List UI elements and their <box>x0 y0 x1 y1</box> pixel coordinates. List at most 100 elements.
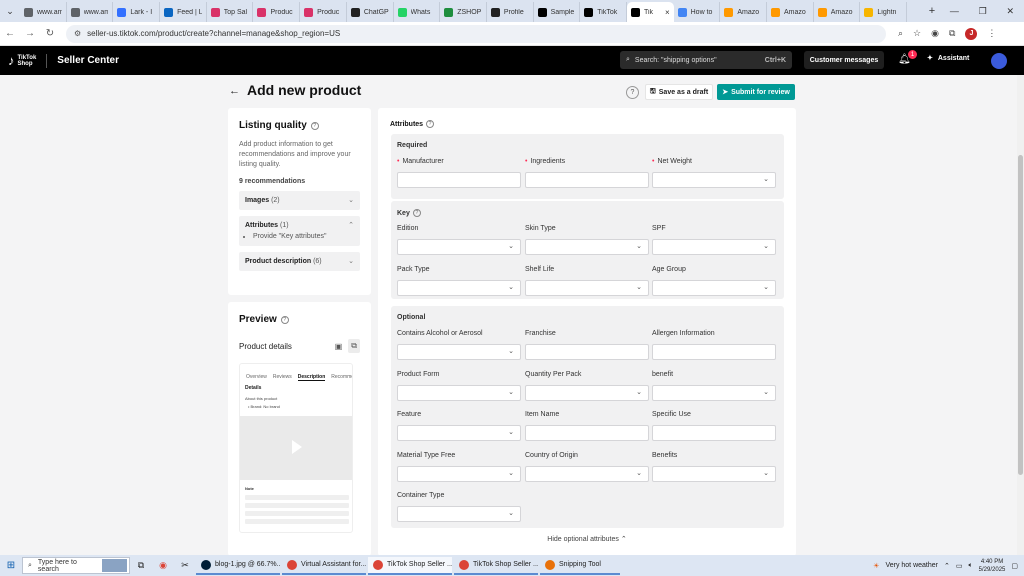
help-icon[interactable]: ? <box>626 86 639 99</box>
browser-menu-icon[interactable]: ⋮ <box>987 28 996 39</box>
browser-tab[interactable]: Amazo <box>767 2 814 22</box>
taskbar-app-button[interactable]: Snipping Tool <box>540 557 620 575</box>
taskbar-app-button[interactable]: Virtual Assistant for... <box>282 557 366 575</box>
attribute-select[interactable]: ⌄ <box>397 384 521 401</box>
close-window-icon[interactable]: ✕ <box>1007 6 1015 17</box>
taskbar-clock[interactable]: 4:40 PM 5/29/2025 <box>979 558 1006 574</box>
tab-close-icon[interactable]: × <box>665 8 670 17</box>
browser-tab[interactable]: Amazo <box>814 2 861 22</box>
browser-tab[interactable]: Whats <box>394 2 441 22</box>
attribute-select[interactable]: ⌄ <box>397 465 521 482</box>
taskbar-app-button[interactable]: blog-1.jpg @ 66.7%... <box>196 557 280 575</box>
browser-tab[interactable]: TikTok <box>580 2 627 22</box>
attribute-select[interactable]: ⌄ <box>397 344 521 360</box>
phone-tab[interactable]: Reviews <box>273 374 292 381</box>
extensions-puzzle-icon[interactable]: ⧉ <box>949 28 955 39</box>
windows-start-icon[interactable]: ⊞ <box>0 560 22 571</box>
browser-tab[interactable]: www.am <box>20 2 67 22</box>
attribute-select[interactable]: ⌄ <box>525 280 649 296</box>
site-info-icon[interactable]: ⚙ <box>74 29 81 38</box>
submit-for-review-button[interactable]: ➤ Submit for review <box>717 84 795 100</box>
attribute-select[interactable]: ⌄ <box>397 280 521 296</box>
browser-tab[interactable]: Produc <box>253 2 301 22</box>
attribute-select[interactable]: ⌄ <box>525 465 649 482</box>
phone-tab[interactable]: Recommen <box>331 374 352 381</box>
taskbar-app-button[interactable]: TikTok Shop Seller ... <box>368 556 452 575</box>
browser-tab[interactable]: Profile <box>487 2 534 22</box>
attribute-select[interactable]: ⌄ <box>652 465 776 482</box>
attribute-input[interactable] <box>652 425 776 441</box>
hide-optional-attributes-button[interactable]: Hide optional attributes ⌃ <box>378 535 796 543</box>
tray-chevron-up-icon[interactable]: ⌃ <box>944 562 950 570</box>
bookmark-star-icon[interactable]: ☆ <box>913 28 921 39</box>
tiktok-shop-logo[interactable]: ♪ TikTok Shop <box>8 53 36 68</box>
attribute-input[interactable] <box>525 425 649 441</box>
browser-tab[interactable]: ZSHOP <box>440 2 487 22</box>
browser-tab[interactable]: Tik × <box>626 2 674 22</box>
back-icon[interactable]: ← <box>0 28 20 39</box>
speaker-icon[interactable]: 🔈︎ <box>968 562 972 570</box>
attribute-select[interactable]: ⌄ <box>525 384 649 401</box>
task-view-icon[interactable]: ⧉ <box>130 560 152 571</box>
browser-tab[interactable]: Amazo <box>720 2 767 22</box>
back-arrow-icon[interactable]: ← <box>229 85 240 97</box>
browser-tab[interactable]: Lightn <box>860 2 908 22</box>
customer-messages-button[interactable]: Customer messages <box>804 51 884 69</box>
save-draft-button[interactable]: 🖫︎ Save as a draft <box>645 84 713 100</box>
weather-text[interactable]: Very hot weather <box>885 562 938 569</box>
browser-tab[interactable]: www.am <box>67 2 114 22</box>
attribute-input[interactable] <box>525 172 649 188</box>
video-placeholder[interactable] <box>240 416 352 480</box>
assistant-button[interactable]: ✦ Assistant <box>927 54 969 63</box>
attribute-select[interactable]: ⌄ <box>652 172 776 188</box>
tab-search-icon[interactable]: ⌄ <box>0 6 20 17</box>
zoom-icon[interactable]: ⌕ <box>898 28 903 39</box>
browser-tab[interactable]: Feed | L <box>160 2 207 22</box>
browser-tab[interactable]: ChatGP <box>347 2 394 22</box>
question-icon[interactable]: ? <box>280 315 289 324</box>
attribute-input[interactable] <box>525 344 649 360</box>
notifications-icon[interactable]: ▢ <box>1011 562 1018 570</box>
taskbar-search-input[interactable]: ⌕ Type here to search <box>22 557 130 574</box>
forward-icon[interactable]: → <box>20 28 40 39</box>
attributes-accordion[interactable]: Attributes (1) ⌃ Provide "Key attributes… <box>239 216 360 246</box>
question-icon[interactable]: ? <box>426 120 435 128</box>
user-avatar[interactable] <box>991 53 1007 69</box>
browser-tab[interactable]: Sample <box>534 2 581 22</box>
tab-favicon-icon <box>677 7 687 17</box>
new-tab-button[interactable]: + <box>924 5 940 17</box>
profile-avatar[interactable]: J <box>965 27 978 40</box>
page-scrollbar-thumb[interactable] <box>1018 155 1023 475</box>
product-description-accordion[interactable]: Product description (6) ⌄ <box>239 252 360 271</box>
browser-tab[interactable]: Lark - I <box>113 2 161 22</box>
question-icon[interactable]: ? <box>310 121 319 130</box>
header-search-input[interactable]: ⌕ Search: "shipping options" Ctrl+K <box>620 51 792 69</box>
extension-app-icon[interactable]: ◉ <box>931 28 939 39</box>
attribute-select[interactable]: ⌄ <box>397 425 521 441</box>
reload-icon[interactable]: ↻ <box>40 28 60 39</box>
minimize-icon[interactable]: — <box>950 6 959 17</box>
capcut-icon[interactable]: ✂ <box>174 560 196 571</box>
attribute-input[interactable] <box>652 344 776 360</box>
chrome-icon[interactable]: ◉ <box>152 560 174 571</box>
browser-tab[interactable]: Top Sal <box>207 2 254 22</box>
question-icon[interactable]: ? <box>412 209 421 217</box>
network-icon[interactable]: ▭ <box>956 562 963 570</box>
attribute-select[interactable]: ⌄ <box>397 506 521 522</box>
browser-tab[interactable]: Produc <box>300 2 347 22</box>
attribute-select[interactable]: ⌄ <box>397 239 521 255</box>
attribute-select[interactable]: ⌄ <box>525 239 649 255</box>
attribute-select[interactable]: ⌄ <box>652 280 776 296</box>
desktop-view-icon[interactable]: ⧉ <box>348 339 360 353</box>
images-accordion[interactable]: Images (2) ⌄ <box>239 191 360 210</box>
attribute-select[interactable]: ⌄ <box>652 239 776 255</box>
taskbar-app-button[interactable]: TikTok Shop Seller ... <box>454 557 538 575</box>
restore-icon[interactable]: ❐ <box>979 6 987 17</box>
browser-tab[interactable]: How to <box>674 2 721 22</box>
attribute-select[interactable]: ⌄ <box>652 384 776 401</box>
attribute-input[interactable] <box>397 172 521 188</box>
url-input[interactable]: ⚙ seller-us.tiktok.com/product/create?ch… <box>66 24 886 43</box>
phone-tab[interactable]: Overview <box>246 374 267 381</box>
phone-tab[interactable]: Description <box>297 374 326 381</box>
mobile-view-icon[interactable]: ▣ <box>335 342 343 351</box>
